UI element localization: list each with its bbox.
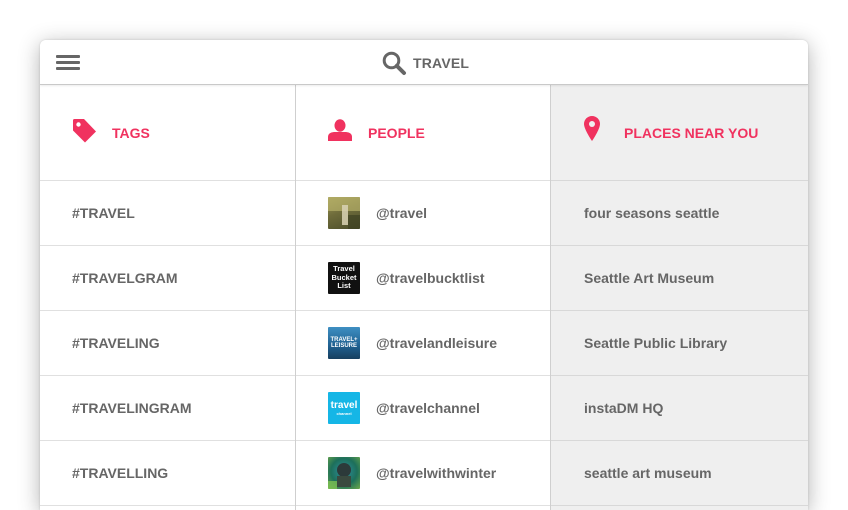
person-handle: @travelwithwinter xyxy=(376,465,497,481)
search-icon xyxy=(382,51,406,75)
person-row[interactable]: travel channel @travelchannel xyxy=(296,376,550,441)
place-label: Seattle Art Museum xyxy=(584,270,715,286)
tag-icon xyxy=(73,119,96,143)
tag-row[interactable]: #TRAVELING xyxy=(40,311,295,376)
people-header[interactable]: PEOPLE xyxy=(296,85,550,181)
tag-row[interactable]: #TRAVELINGRAM xyxy=(40,376,295,441)
place-row[interactable]: Seattle Art Museum xyxy=(551,246,808,311)
person-row[interactable]: Travel Bucket List @travelbucktlist xyxy=(296,246,550,311)
person-row[interactable]: @travelwithwinter xyxy=(296,441,550,506)
tag-label: #TRAVELGRAM xyxy=(72,270,178,286)
tag-label: #TRAVEL xyxy=(72,205,135,221)
person-icon xyxy=(328,119,352,141)
avatar: travel channel xyxy=(328,392,360,424)
person-handle: @travel xyxy=(376,205,428,221)
person-row[interactable]: TRAVEL+ LEISURE @travelandleisure xyxy=(296,311,550,376)
avatar-text: travel xyxy=(330,399,358,411)
location-pin-icon xyxy=(584,116,600,141)
search-box[interactable]: TRAVEL xyxy=(381,50,469,76)
tags-column: TAGS #TRAVEL #TRAVELGRAM #TRAVELING #TRA… xyxy=(40,85,295,510)
place-label: four seasons seattle xyxy=(584,205,720,221)
people-column: PEOPLE @travel Travel Bucket List @trave… xyxy=(296,85,550,510)
person-handle: @travelbucktlist xyxy=(376,270,485,286)
avatar: TRAVEL+ LEISURE xyxy=(328,327,360,359)
avatar-text: List xyxy=(337,281,351,291)
tag-row[interactable]: #TRAVEL xyxy=(40,181,295,246)
search-query[interactable]: TRAVEL xyxy=(413,55,469,71)
tag-label: #TRAVELLING xyxy=(72,465,169,481)
people-title: PEOPLE xyxy=(368,125,425,141)
tags-header[interactable]: TAGS xyxy=(40,85,295,181)
person-handle: @travelchannel xyxy=(376,400,480,416)
places-header[interactable]: PLACES NEAR YOU xyxy=(551,85,808,181)
place-label: Seattle Public Library xyxy=(584,335,728,351)
places-column: PLACES NEAR YOU four seasons seattle Sea… xyxy=(551,85,808,510)
top-bar: TRAVEL xyxy=(40,40,808,85)
menu-icon[interactable] xyxy=(56,55,80,70)
tag-label: #TRAVELING xyxy=(72,335,160,351)
place-row[interactable]: four seasons seattle xyxy=(551,181,808,246)
place-row[interactable]: instaDM HQ xyxy=(551,376,808,441)
tags-title: TAGS xyxy=(112,125,150,141)
person-handle: @travelandleisure xyxy=(376,335,498,351)
app-window: TRAVEL TAGS #TRAVEL #TRAVELGRAM #TRAVELI… xyxy=(40,40,808,510)
avatar-text: LEISURE xyxy=(330,343,357,349)
place-row[interactable]: Seattle Public Library xyxy=(551,311,808,376)
person-row[interactable]: @travel xyxy=(296,181,550,246)
place-row[interactable]: seattle art museum xyxy=(551,441,808,506)
avatar: Travel Bucket List xyxy=(328,262,360,294)
avatar xyxy=(328,197,360,229)
place-label: seattle art museum xyxy=(584,465,712,481)
places-title: PLACES NEAR YOU xyxy=(624,125,759,141)
avatar xyxy=(328,457,360,489)
tag-label: #TRAVELINGRAM xyxy=(72,400,192,416)
tag-row[interactable]: #TRAVELGRAM xyxy=(40,246,295,311)
avatar-text: channel xyxy=(336,410,352,416)
place-label: instaDM HQ xyxy=(584,400,664,416)
tag-row[interactable]: #TRAVELLING xyxy=(40,441,295,506)
